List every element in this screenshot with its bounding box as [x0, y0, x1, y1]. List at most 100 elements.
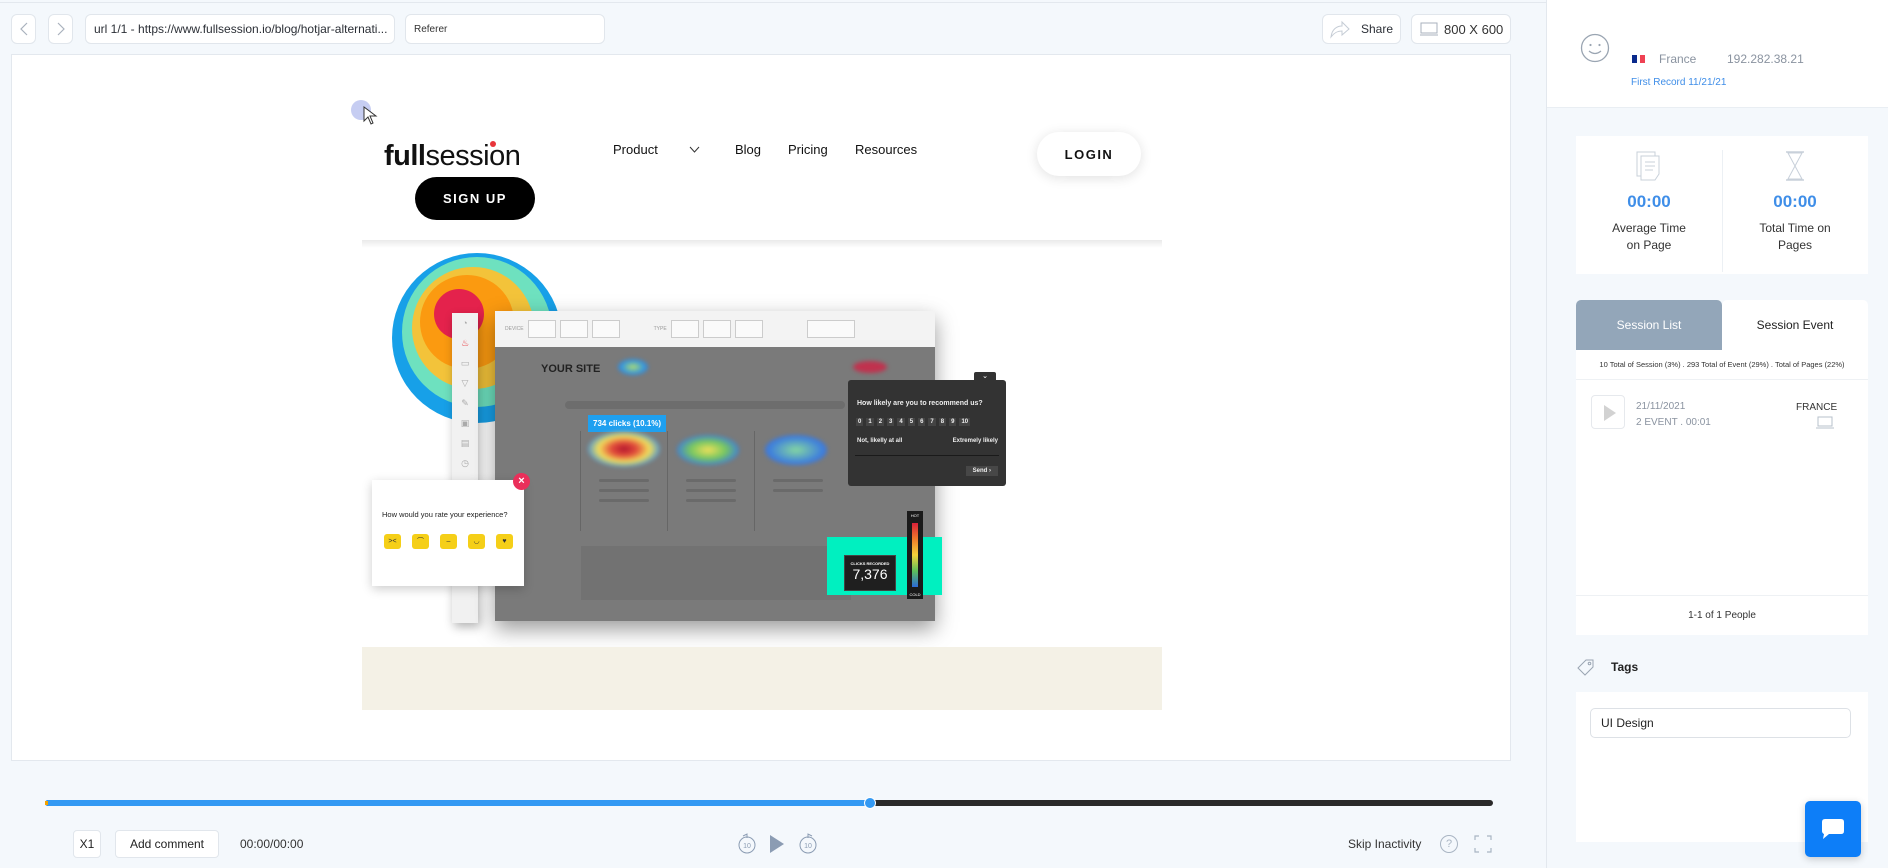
session-events: 2 EVENT . 00:01 [1636, 417, 1711, 428]
playback-progress-bar[interactable] [45, 797, 1493, 809]
forward-button[interactable] [48, 14, 73, 44]
accent-square [827, 537, 942, 595]
nps-score-8: 8 [938, 418, 947, 426]
heat-blob [588, 431, 660, 467]
nps-survey-widget: ⌄ How likely are you to recommend us? 01… [848, 372, 1006, 486]
share-button[interactable]: Share [1322, 14, 1401, 44]
column-divider [667, 431, 668, 531]
visitor-country: France [1659, 52, 1697, 66]
face-happy-icon: ◡ [468, 534, 485, 549]
rating-question: How would you rate your experience? [382, 510, 508, 519]
nps-scale: 0 1 2 3 4 5 6 7 8 9 10 [856, 418, 971, 426]
recorded-website: fullsession Product Blog Pricing Resourc… [362, 55, 1162, 710]
collapse-icon: ⌄ [974, 372, 996, 382]
text-line [773, 479, 823, 482]
tab-session-list[interactable]: Session List [1576, 300, 1722, 350]
add-comment-button[interactable]: Add comment [115, 830, 219, 858]
help-icon[interactable]: ? [1440, 835, 1458, 853]
rewind-10-icon[interactable]: 10 [737, 833, 757, 855]
rating-faces: >< ⌒ – ◡ ♥ [384, 534, 513, 549]
nps-score-0: 0 [856, 418, 864, 426]
rating-survey-widget: How would you rate your experience? >< ⌒… [372, 480, 524, 586]
column-divider [580, 431, 581, 531]
nps-score-9: 9 [949, 418, 957, 426]
desktop-device-icon [1816, 416, 1834, 429]
back-button[interactable] [11, 14, 36, 44]
text-line [686, 479, 736, 482]
site-nav-pricing[interactable]: Pricing [788, 142, 828, 157]
site-signup-button[interactable]: SIGN UP [415, 177, 535, 220]
nps-send-button: Send › [965, 466, 998, 476]
visitor-ip: 192.282.38.21 [1727, 52, 1804, 66]
speed-button[interactable]: X1 [73, 830, 101, 858]
progress-handle[interactable] [864, 797, 877, 809]
mockup-site-label: YOUR SITE [541, 363, 601, 375]
nps-score-2: 2 [876, 418, 885, 426]
viewport-size-button[interactable]: 800 X 600 [1411, 14, 1511, 44]
mockup-content-block [581, 546, 851, 600]
fullscreen-icon[interactable] [1473, 834, 1493, 854]
text-line [599, 499, 649, 502]
nps-high-label: Extremely likely [952, 438, 998, 444]
session-country: FRANCE [1796, 402, 1838, 413]
session-summary: 10 Total of Session (3%) . 293 Total of … [1576, 350, 1868, 380]
tags-title: Tags [1611, 660, 1639, 674]
avg-time-label: Average Time [1612, 221, 1686, 235]
avg-time-label-2: on Page [1626, 238, 1672, 252]
site-nav-blog[interactable]: Blog [735, 142, 761, 157]
nps-question: How likely are you to recommend us? [857, 400, 983, 407]
text-line [773, 489, 823, 492]
clicks-tooltip: 734 clicks (10.1%) [588, 415, 667, 432]
session-list: 10 Total of Session (3%) . 293 Total of … [1576, 350, 1868, 635]
avg-time-stat: 00:00 Average Time on Page [1576, 136, 1722, 254]
start-marker [45, 801, 48, 805]
monitor-icon [1420, 22, 1438, 36]
column-divider [754, 431, 755, 531]
site-nav-product[interactable]: Product [613, 142, 658, 157]
viewport-size-label: 800 X 600 [1444, 21, 1504, 37]
mockup-toolbar: DEVICE TYPE [495, 311, 935, 347]
playback-time: 00:00/00:00 [240, 837, 304, 851]
panel-divider [1546, 0, 1547, 868]
document-icon [1636, 151, 1660, 181]
nps-score-3: 3 [887, 418, 895, 426]
site-nav-resources[interactable]: Resources [855, 142, 917, 157]
nps-score-1: 1 [866, 418, 874, 426]
referer-field[interactable]: Referer [405, 14, 605, 44]
play-icon[interactable] [768, 833, 786, 855]
time-stats-card: 00:00 Average Time on Page 00:00 Total Ti… [1576, 136, 1868, 274]
top-border [0, 0, 1546, 3]
text-line [599, 479, 649, 482]
hourglass-icon [1786, 151, 1804, 181]
face-angry-icon: >< [384, 534, 401, 549]
session-tabs: Session List Session Event [1576, 300, 1868, 350]
site-login-button[interactable]: LOGIN [1037, 132, 1141, 176]
text-line [599, 489, 649, 492]
play-session-button[interactable] [1591, 395, 1625, 429]
nps-score-6: 6 [918, 418, 926, 426]
svg-text:10: 10 [743, 843, 751, 850]
total-time-stat: 00:00 Total Time on Pages [1722, 136, 1868, 254]
chat-button[interactable] [1805, 801, 1861, 857]
mockup-search-bar [565, 401, 845, 409]
tab-session-event[interactable]: Session Event [1722, 300, 1868, 350]
nps-score-5: 5 [907, 418, 916, 426]
heat-blob [765, 435, 827, 465]
text-line [686, 499, 736, 502]
close-icon: × [513, 473, 530, 490]
avg-time-value: 00:00 [1627, 192, 1671, 211]
face-love-icon: ♥ [496, 534, 513, 549]
heat-blob [853, 361, 887, 373]
url-selector[interactable]: url 1/1 - https://www.fullsession.io/blo… [85, 14, 395, 44]
tags-input[interactable] [1590, 708, 1851, 738]
total-time-label: Total Time on [1759, 221, 1831, 235]
logo-dot [490, 141, 496, 147]
progress-fill [45, 800, 871, 806]
france-flag-icon [1632, 55, 1645, 63]
text-line [686, 489, 736, 492]
skip-inactivity-toggle[interactable]: Skip Inactivity [1348, 837, 1421, 851]
share-icon [1330, 20, 1350, 39]
total-time-label-2: Pages [1777, 238, 1813, 252]
replay-viewport: fullsession Product Blog Pricing Resourc… [11, 54, 1511, 761]
forward-10-icon[interactable]: 10 [798, 833, 818, 855]
